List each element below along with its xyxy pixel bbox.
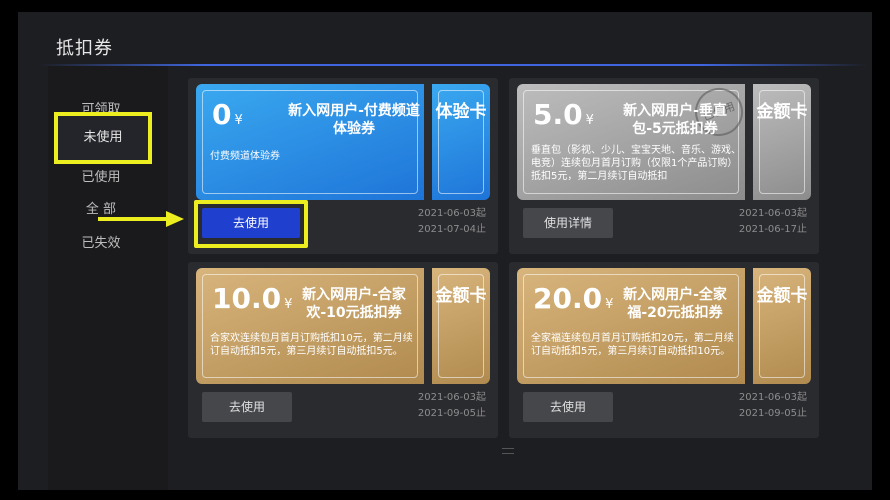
coupon-title: 新入网用户-垂直包-5元抵扣券 bbox=[623, 103, 727, 137]
scroll-down-icon bbox=[502, 448, 514, 454]
pointer-arrow-icon bbox=[98, 211, 184, 227]
coupon-type-label: 金额卡 bbox=[435, 286, 487, 306]
sidebar-item-unused[interactable]: 未使用 bbox=[54, 112, 152, 164]
coupon-validity: 2021-06-03起 2021-06-17止 bbox=[738, 208, 807, 235]
coupon-card[interactable]: 0 ¥ 新入网用户-付费频道体验券 付费频道体验券 体验卡 去使用 2021-06… bbox=[188, 78, 498, 254]
coupon-title: 新入网用户-合家欢-10元抵扣券 bbox=[302, 287, 406, 321]
coupon-amount: 10.0 ¥ bbox=[212, 282, 293, 315]
coupon-type-label: 金额卡 bbox=[756, 102, 808, 122]
coupon-description: 全家福连续包月首月订购抵扣20元，第二月续订自动抵扣5元，第三月续订自动抵扣10… bbox=[531, 333, 734, 357]
coupon-type-label: 金额卡 bbox=[756, 286, 808, 306]
sidebar-item-used[interactable]: 已使用 bbox=[56, 166, 146, 185]
page-title: 抵扣券 bbox=[56, 38, 113, 59]
coupon-card[interactable]: 20.0 ¥ 新入网用户-全家福-20元抵扣券 全家福连续包月首月订购抵扣20元，… bbox=[509, 262, 819, 438]
coupon-card[interactable]: 已使用 5.0 ¥ 新入网用户-垂直包-5元抵扣券 垂直包（影视、少儿、宝宝天地、… bbox=[509, 78, 819, 254]
coupon-details-button[interactable]: 使用详情 bbox=[523, 208, 613, 238]
coupon-amount: 0 ¥ bbox=[212, 98, 243, 131]
coupon-validity: 2021-06-03起 2021-09-05止 bbox=[417, 392, 486, 419]
use-coupon-button[interactable]: 去使用 bbox=[523, 392, 613, 422]
coupon-type-label: 体验卡 bbox=[435, 102, 487, 122]
coupon-description: 付费频道体验券 bbox=[210, 151, 280, 162]
coupon-ticket: 10.0 ¥ 新入网用户-合家欢-10元抵扣券 合家欢连续包月首月订购抵扣10元，… bbox=[196, 268, 490, 384]
coupon-title: 新入网用户-付费频道体验券 bbox=[288, 103, 420, 137]
coupon-ticket: 已使用 5.0 ¥ 新入网用户-垂直包-5元抵扣券 垂直包（影视、少儿、宝宝天地、… bbox=[517, 81, 811, 200]
coupon-card[interactable]: 10.0 ¥ 新入网用户-合家欢-10元抵扣券 合家欢连续包月首月订购抵扣10元，… bbox=[188, 262, 498, 438]
coupon-description: 垂直包（影视、少儿、宝宝天地、音乐、游戏、电竞）连续包月首月订购（仅限1个产品订… bbox=[531, 145, 741, 182]
coupon-amount: 20.0 ¥ bbox=[533, 282, 614, 315]
use-coupon-button[interactable]: 去使用 bbox=[202, 392, 292, 422]
use-coupon-button[interactable]: 去使用 bbox=[194, 200, 308, 248]
coupon-ticket: 0 ¥ 新入网用户-付费频道体验券 付费频道体验券 体验卡 bbox=[196, 84, 490, 200]
screen: 抵扣券 可领取 未使用 已使用 全 部 已失效 0 ¥ 新入网用户-付费频道体验券… bbox=[18, 12, 872, 490]
sidebar-item-label: 未使用 bbox=[83, 130, 123, 145]
sidebar-item-expired[interactable]: 已失效 bbox=[56, 232, 146, 251]
coupon-title: 新入网用户-全家福-20元抵扣券 bbox=[623, 287, 727, 321]
coupon-validity: 2021-06-03起 2021-09-05止 bbox=[738, 392, 807, 419]
coupon-description: 合家欢连续包月首月订购抵扣10元，第二月续订自动抵扣5元，第三月续订自动抵扣5元… bbox=[210, 333, 413, 357]
coupon-amount: 5.0 ¥ bbox=[533, 98, 594, 131]
coupon-validity: 2021-06-03起 2021-07-04止 bbox=[417, 208, 486, 235]
coupon-ticket: 20.0 ¥ 新入网用户-全家福-20元抵扣券 全家福连续包月首月订购抵扣20元，… bbox=[517, 268, 811, 384]
